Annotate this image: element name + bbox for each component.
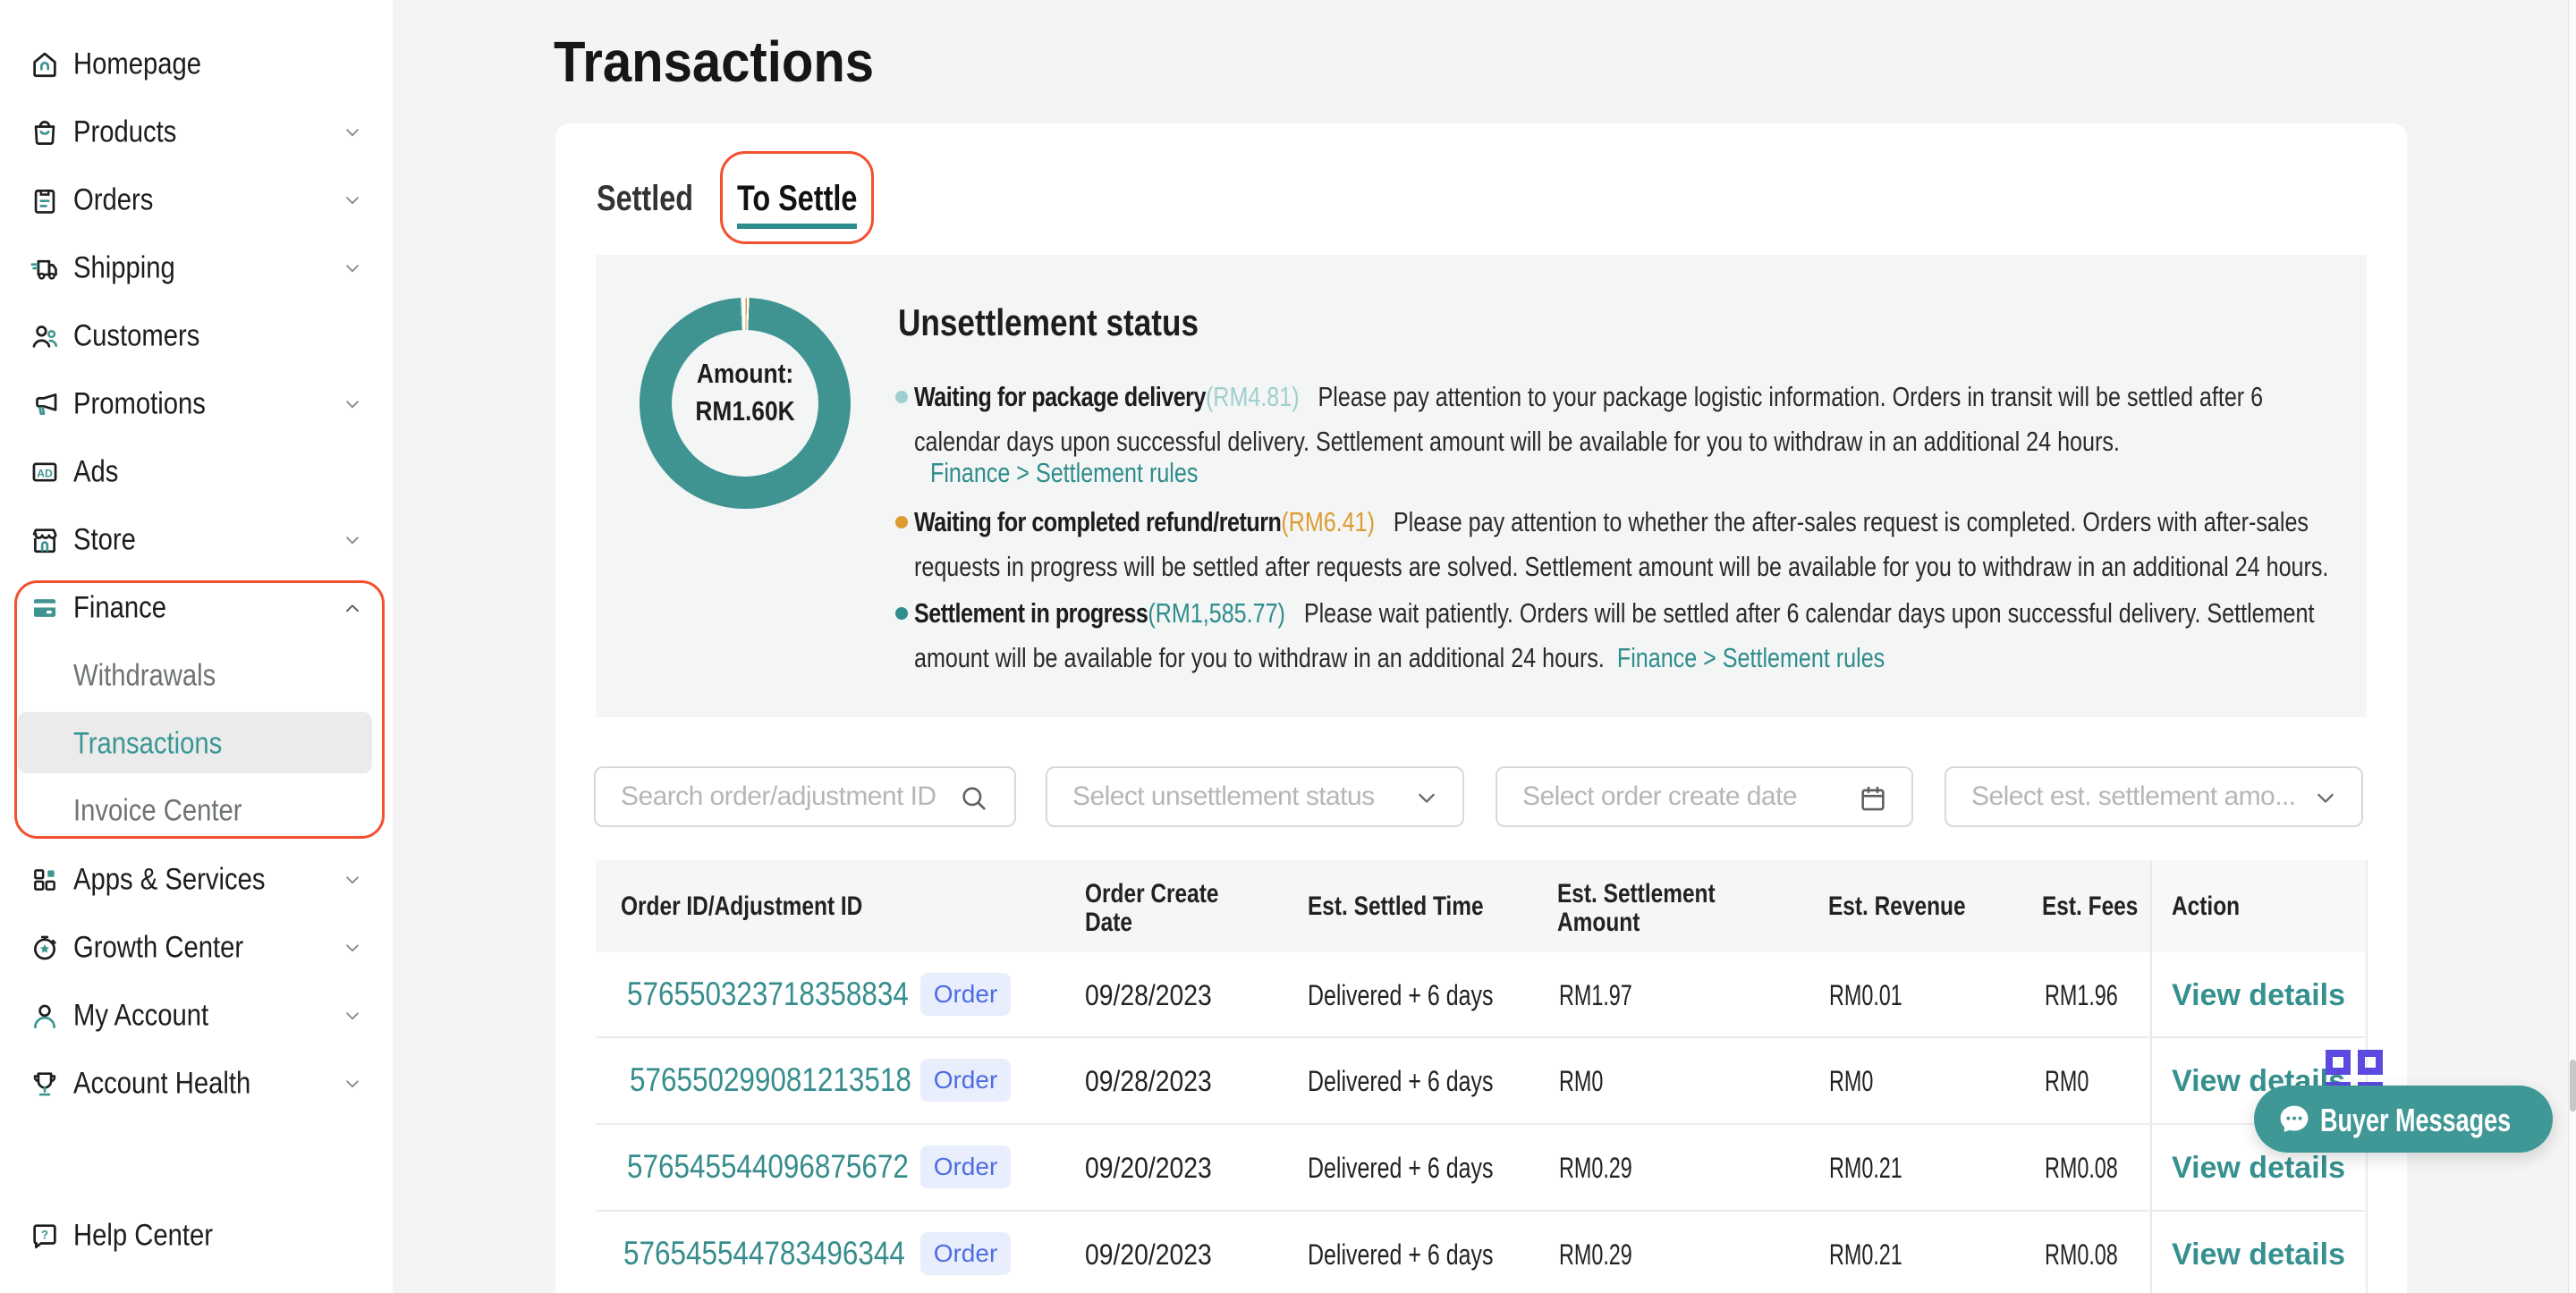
svg-text:AD: AD [37, 467, 53, 479]
svg-text:?: ? [41, 1229, 48, 1242]
